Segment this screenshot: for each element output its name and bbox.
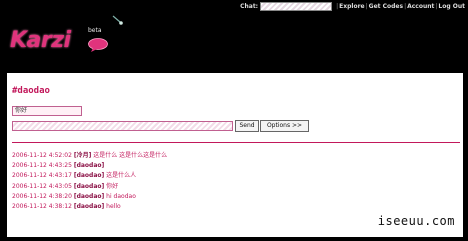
message-text: hello — [106, 203, 121, 211]
nav-separator: | — [365, 3, 368, 10]
top-nav: Chat: | Explore | Get Codes | Account | … — [240, 2, 465, 11]
watermark: iseeuu.com — [377, 214, 455, 228]
options-button[interactable]: Options >> — [260, 120, 309, 132]
sparkle-icon — [112, 15, 123, 25]
chat-panel: #daodao 你好 Send Options >> 2006-11-12 4:… — [7, 73, 463, 237]
message-log: 2006-11-12 4:52:02 [冷月] 这是什么 这是什么这是什么 20… — [12, 151, 167, 212]
logo[interactable]: Karzi beta — [10, 26, 110, 60]
nickname-field[interactable]: 你好 — [12, 106, 82, 116]
list-item: 2006-11-12 4:43:25 [daodao] — [12, 161, 167, 171]
message-text: 这是什么人 — [106, 172, 137, 180]
message-time: 2006-11-12 4:43:25 — [12, 162, 72, 170]
nav-link-get-codes[interactable]: Get Codes — [369, 3, 403, 10]
beta-badge: beta — [88, 27, 102, 34]
send-button[interactable]: Send — [235, 120, 259, 132]
list-item: 2006-11-12 4:38:12 [daodao] hello — [12, 202, 167, 212]
message-text: 你好 — [106, 182, 119, 190]
logo-wordmark: Karzi — [10, 28, 71, 53]
nav-separator: | — [435, 3, 438, 10]
message-user[interactable]: [冷月] — [74, 152, 92, 159]
message-user[interactable]: [daodao] — [74, 172, 104, 179]
message-time: 2006-11-12 4:38:20 — [12, 192, 72, 200]
message-time: 2006-11-12 4:43:05 — [12, 182, 72, 190]
nav-link-explore[interactable]: Explore — [339, 3, 364, 10]
message-text: hi daodao — [106, 192, 136, 200]
message-time: 2006-11-12 4:38:12 — [12, 203, 72, 211]
channel-title: #daodao — [12, 86, 50, 96]
message-time: 2006-11-12 4:43:17 — [12, 172, 72, 180]
message-user[interactable]: [daodao] — [74, 183, 104, 190]
nav-separator: | — [336, 3, 339, 10]
message-user[interactable]: [daodao] — [74, 193, 104, 200]
divider — [12, 142, 460, 143]
chat-input[interactable] — [260, 2, 333, 11]
chat-label: Chat: — [240, 3, 259, 10]
speech-bubble-icon — [88, 38, 108, 52]
nav-link-log-out[interactable]: Log Out — [438, 3, 465, 10]
list-item: 2006-11-12 4:52:02 [冷月] 这是什么 这是什么这是什么 — [12, 151, 167, 161]
message-user[interactable]: [daodao] — [74, 203, 104, 210]
nav-link-account[interactable]: Account — [407, 3, 434, 10]
message-user[interactable]: [daodao] — [74, 162, 104, 169]
list-item: 2006-11-12 4:38:20 [daodao] hi daodao — [12, 192, 167, 202]
list-item: 2006-11-12 4:43:17 [daodao] 这是什么人 — [12, 171, 167, 181]
message-text: 这是什么 这是什么这是什么 — [93, 152, 168, 159]
nav-separator: | — [404, 3, 407, 10]
list-item: 2006-11-12 4:43:05 [daodao] 你好 — [12, 182, 167, 192]
message-input[interactable] — [12, 121, 233, 131]
message-time: 2006-11-12 4:52:02 — [12, 152, 72, 159]
